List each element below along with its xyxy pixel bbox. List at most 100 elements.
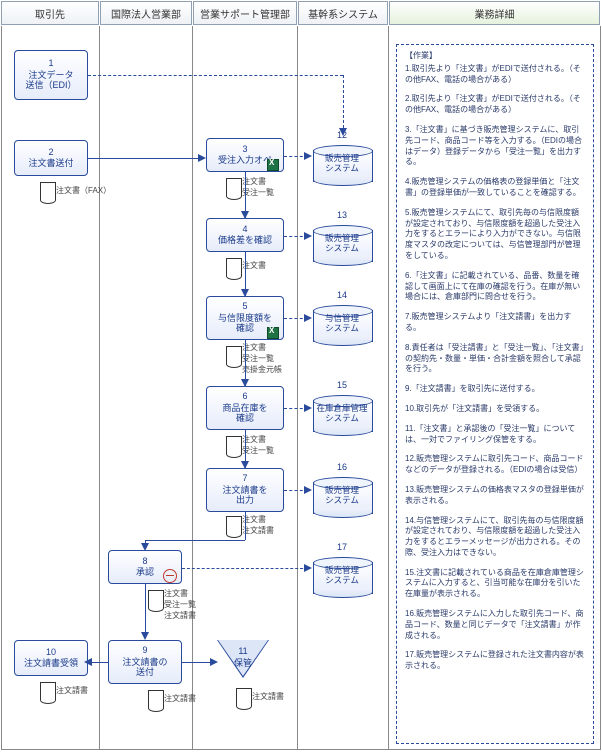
node-7: 7 注文請書を 出力 bbox=[206, 468, 284, 512]
node-1: 1 注文データ 送信（EDI） bbox=[14, 50, 88, 100]
node-6: 6 商品在庫を 確認 bbox=[206, 386, 284, 430]
sys-15: 15 在庫倉庫管理 システム bbox=[312, 390, 374, 440]
connector bbox=[182, 662, 212, 663]
node-label: 注文請書の 送付 bbox=[122, 657, 167, 678]
node-5: 5 与信限度額を 確認 bbox=[206, 296, 284, 340]
sys-13: 13 販売管理 システム bbox=[312, 220, 374, 270]
node-label: 注文書送付 bbox=[28, 158, 73, 168]
connector bbox=[182, 568, 308, 569]
arrowhead-icon bbox=[304, 564, 312, 572]
arrowhead-icon bbox=[210, 658, 218, 666]
node-number: 6 bbox=[242, 391, 247, 401]
details-panel: 【作業】 1.取引先より「注文書」がEDIで送付される。（その他FAX、電話の場… bbox=[396, 44, 594, 744]
details-item: 8.責任者は「受注請書」と「受注一覧」、「注文書」の契約先・数量・単価・合計金額… bbox=[405, 343, 585, 375]
node-number: 16 bbox=[312, 462, 372, 472]
col-header-detail: 業務詳細 bbox=[389, 1, 600, 25]
lane-border bbox=[600, 26, 601, 750]
doc-icon bbox=[148, 690, 164, 707]
arrowhead-icon bbox=[339, 128, 347, 136]
arrowhead-icon bbox=[241, 289, 249, 297]
doc-label: 注文請書 bbox=[252, 691, 284, 702]
arrowhead-icon bbox=[304, 232, 312, 240]
doc-label: 注文書（FAX） bbox=[56, 185, 111, 196]
details-item: 12.販売管理システムに取引先コード、商品コードなどのデータが登録される。（ED… bbox=[405, 454, 585, 476]
arrowhead-icon bbox=[198, 154, 206, 162]
arrowhead-icon bbox=[304, 152, 312, 160]
lane-border bbox=[297, 26, 298, 750]
doc-icon bbox=[226, 436, 242, 453]
doc-label: 注文請書 bbox=[56, 685, 88, 696]
node-number: 4 bbox=[242, 224, 247, 234]
details-item: 13.販売管理システムの価格表マスタの登録単価が表示される。 bbox=[405, 485, 585, 507]
node-label: 販売管理 システム bbox=[312, 234, 372, 254]
node-3: 3 受注入力オペ bbox=[206, 138, 284, 172]
doc-icon bbox=[40, 682, 56, 699]
doc-icon bbox=[226, 178, 242, 195]
lane-border bbox=[1, 26, 2, 750]
details-item: 3.「注文書」に基づき販売管理システムに、取引先コード、商品コード等を入力する。… bbox=[405, 125, 585, 168]
arrowhead-icon bbox=[304, 404, 312, 412]
lane-border bbox=[388, 26, 389, 750]
node-label: 販売管理 システム bbox=[312, 154, 372, 174]
node-10: 10 注文請書受領 bbox=[14, 640, 88, 676]
details-item: 1.取引先より「注文書」がEDIで送付される。（その他FAX、電話の場合がある） bbox=[405, 64, 585, 86]
node-4: 4 価格差を確認 bbox=[206, 218, 284, 252]
lane-border bbox=[99, 26, 100, 750]
connector bbox=[88, 75, 343, 76]
node-label: 販売管理 システム bbox=[312, 486, 372, 506]
doc-label: 注文書 注文請書 bbox=[242, 514, 274, 536]
sys-17: 17 販売管理 システム bbox=[312, 552, 374, 602]
node-number: 2 bbox=[48, 147, 53, 157]
node-label: 商品在庫を 確認 bbox=[222, 403, 267, 424]
node-8: 8 承認 bbox=[108, 550, 182, 584]
arrowhead-icon bbox=[241, 379, 249, 387]
lane-border bbox=[192, 26, 193, 750]
doc-label: 注文書 受注一覧 bbox=[242, 434, 274, 456]
details-item: 4.販売管理システムの価格表の登録単価と「注文書」の登録単価が一致していることを… bbox=[405, 177, 585, 199]
arrowhead-icon bbox=[241, 461, 249, 469]
node-label: 受注入力オペ bbox=[218, 155, 272, 165]
connector bbox=[90, 662, 108, 663]
node-number: 13 bbox=[312, 210, 372, 220]
arrowhead-icon bbox=[84, 658, 92, 666]
excel-icon bbox=[267, 327, 279, 339]
doc-icon bbox=[226, 346, 242, 363]
node-number: 1 bbox=[48, 58, 53, 68]
node-number: 7 bbox=[242, 473, 247, 483]
details-item: 11.「注文書」と承認後の「受注一覧」については、一対でファイリング保管をする。 bbox=[405, 424, 585, 446]
arrowhead-icon bbox=[304, 314, 312, 322]
sys-12: 12 販売管理 システム bbox=[312, 140, 374, 190]
node-number: 5 bbox=[242, 301, 247, 311]
node-label: 注文請書を 出力 bbox=[222, 485, 267, 506]
sys-14: 14 与信管理 システム bbox=[312, 300, 374, 350]
details-item: 2.取引先より「注文書」がEDIで送付される。（その他FAX、電話の場合がある） bbox=[405, 94, 585, 116]
col-header-system: 基幹系システム bbox=[298, 1, 388, 25]
node-number: 10 bbox=[46, 647, 56, 657]
details-item: 7.販売管理システムより「注文請書」を出力する。 bbox=[405, 312, 585, 334]
details-item: 6.「注文書」に記載されている、品番、数量を確認して画面上にて在庫の確認を行う。… bbox=[405, 271, 585, 303]
node-9: 9 注文請書の 送付 bbox=[108, 640, 182, 684]
node-number: 15 bbox=[312, 380, 372, 390]
connector bbox=[145, 584, 146, 638]
sys-16: 16 販売管理 システム bbox=[312, 472, 374, 522]
col-header-sales: 国際法人営業部 bbox=[100, 1, 192, 25]
doc-label: 注文書 受注一覧 売掛金元帳 bbox=[242, 342, 282, 375]
connector bbox=[245, 512, 246, 540]
node-label: 承認 bbox=[136, 567, 154, 577]
doc-icon bbox=[40, 182, 56, 199]
doc-label: 注文書 受注一覧 bbox=[242, 176, 274, 198]
doc-icon bbox=[226, 258, 242, 275]
col-header-support: 営業サポート管理部 bbox=[193, 1, 297, 25]
node-2: 2 注文書送付 bbox=[14, 140, 88, 176]
connector bbox=[145, 540, 245, 541]
node-label: 与信限度額を 確認 bbox=[218, 313, 272, 334]
details-item: 5.販売管理システムにて、取引先毎の与信限度額が設定されており、与信限度額を超過… bbox=[405, 208, 585, 262]
doc-icon bbox=[148, 590, 164, 607]
doc-label: 注文書 受注一覧 注文請書 bbox=[164, 588, 196, 621]
details-item: 10.取引先が「注文請書」を受領する。 bbox=[405, 404, 585, 415]
node-label: 与信管理 システム bbox=[312, 314, 372, 334]
details-item: 16.販売管理システムに入力した取引先コード、商品コード、数量と同じデータで「注… bbox=[405, 609, 585, 641]
arrowhead-icon bbox=[141, 543, 149, 551]
details-item: 9.「注文請書」を取引先に送付する。 bbox=[405, 384, 585, 395]
node-number: 8 bbox=[142, 556, 147, 566]
